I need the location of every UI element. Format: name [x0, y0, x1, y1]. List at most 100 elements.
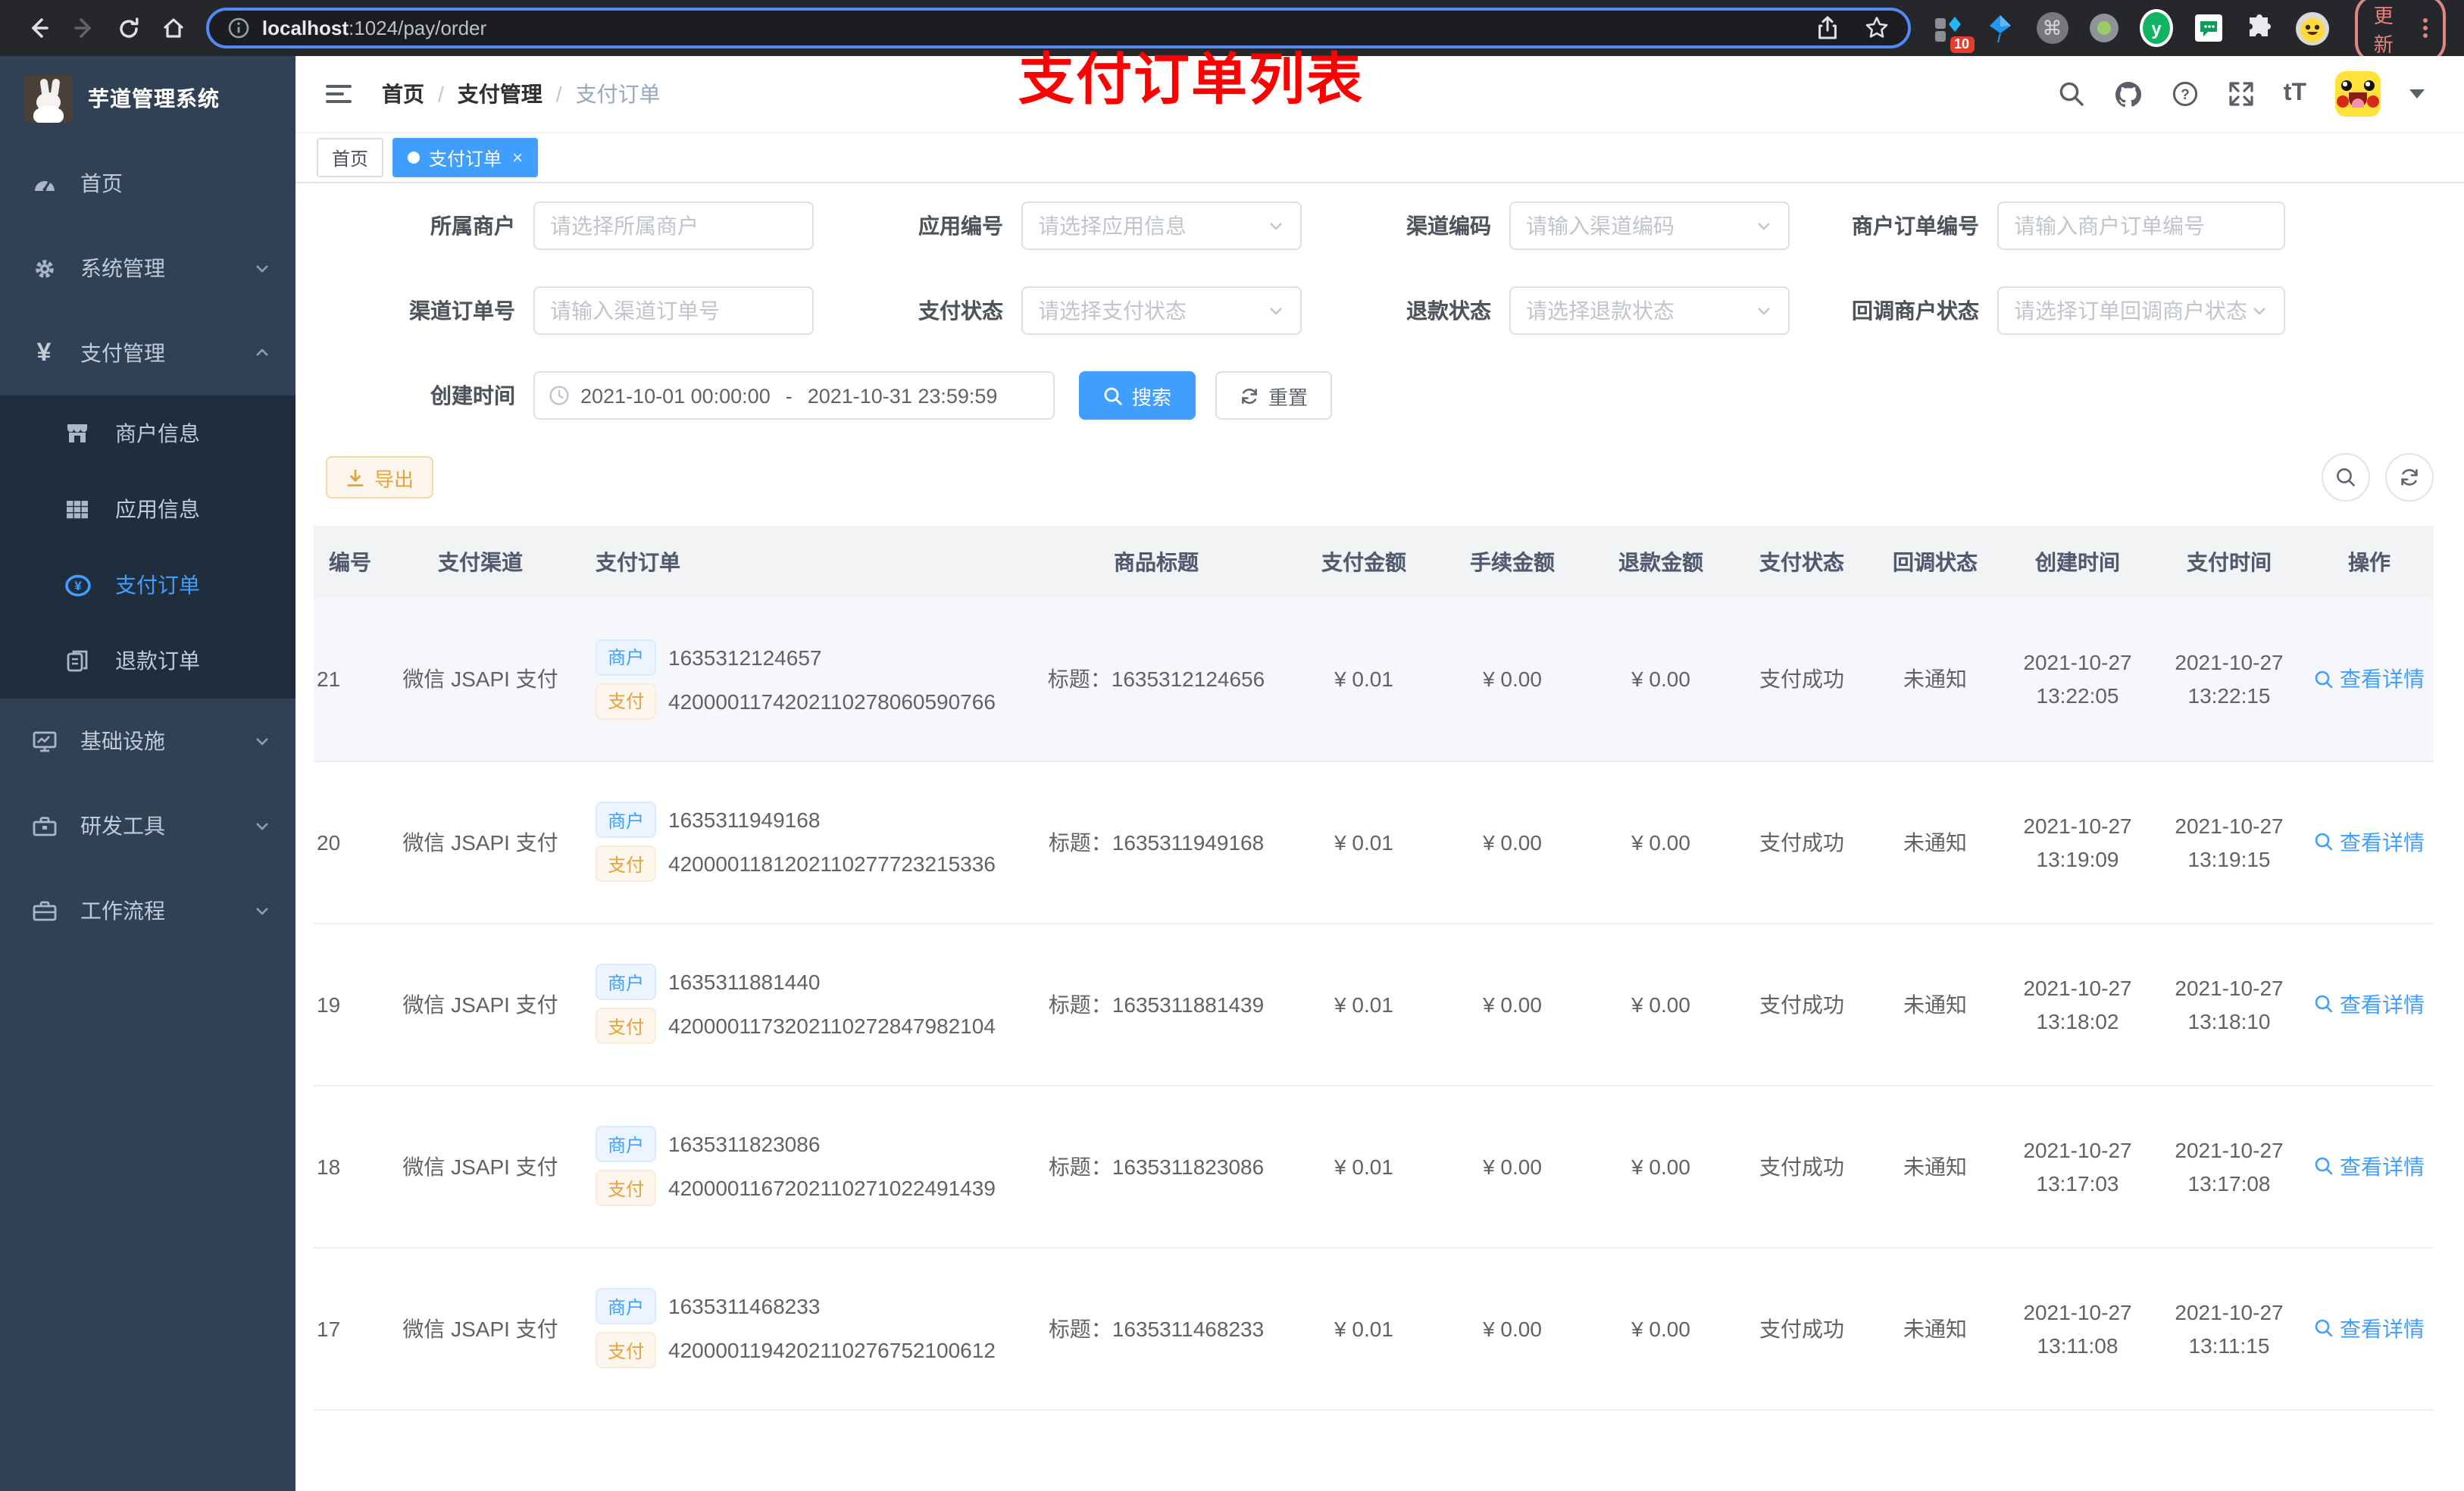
cell-notify: 未通知 — [1868, 761, 2002, 924]
view-detail-link[interactable]: 查看详情 — [2314, 664, 2425, 695]
download-icon — [346, 467, 365, 487]
refresh-table-button[interactable] — [2385, 453, 2434, 502]
fullscreen-icon[interactable] — [2228, 80, 2255, 108]
merchant-select-input[interactable] — [533, 202, 814, 250]
cell-notify: 未通知 — [1868, 599, 2002, 761]
table-row[interactable]: 17 微信 JSAPI 支付 商户 1635311468233 支付 4200001… — [314, 1247, 2434, 1410]
font-size-icon[interactable]: tT — [2284, 81, 2306, 106]
view-detail-link[interactable]: 查看详情 — [2314, 1313, 2425, 1343]
user-avatar[interactable] — [2335, 71, 2381, 117]
extension-command-icon[interactable]: ⌘ — [2036, 11, 2068, 45]
toggle-search-button[interactable] — [2322, 453, 2370, 502]
browser-reload-button[interactable] — [108, 7, 149, 49]
extensions-puzzle-icon[interactable] — [2244, 11, 2276, 45]
sidebar-item-merchant-info[interactable]: 商户信息 — [0, 395, 295, 471]
cell-refund: ¥ 0.00 — [1587, 923, 1735, 1086]
created-time-range-picker[interactable]: 2021-10-01 00:00:00 - 2021-10-31 23:59:5… — [533, 371, 1055, 420]
cell-channel: 微信 JSAPI 支付 — [380, 761, 580, 924]
chevron-down-icon — [253, 732, 271, 750]
chevron-down-icon — [253, 817, 271, 835]
cell-fee: ¥ 0.00 — [1438, 923, 1587, 1086]
channel-order-no-input[interactable] — [533, 286, 814, 335]
merchant-order-no-input[interactable] — [1997, 202, 2285, 250]
sidebar-item-label: 研发工具 — [80, 814, 165, 838]
table-row[interactable]: 19 微信 JSAPI 支付 商户 1635311881440 支付 4200001… — [314, 923, 2434, 1086]
extension-dot-icon[interactable] — [2088, 11, 2120, 45]
col-status: 支付状态 — [1735, 526, 1868, 599]
profile-emoji-avatar[interactable] — [2296, 11, 2330, 45]
cell-amount: ¥ 0.01 — [1290, 1085, 1438, 1248]
sidebar-item-pay-order[interactable]: ¥ 支付订单 — [0, 547, 295, 623]
avatar-dropdown-caret[interactable] — [2409, 89, 2425, 98]
cell-created: 2021-10-27 13:22:05 — [2002, 599, 2153, 761]
extension-y-icon[interactable]: y — [2140, 9, 2174, 47]
sidebar-item-system[interactable]: 系统管理 — [0, 226, 295, 311]
sidebar-item-infrastructure[interactable]: 基础设施 — [0, 699, 295, 783]
github-icon[interactable] — [2114, 80, 2143, 108]
notify-status-select[interactable]: 请选择订单回调商户状态 — [1997, 286, 2285, 335]
chevron-down-icon — [1755, 302, 1773, 320]
refund-status-select[interactable]: 请选择退款状态 — [1509, 286, 1790, 335]
channel-code-select[interactable]: 请输入渠道编码 — [1509, 202, 1790, 250]
tag-pay-order-active[interactable]: 支付订单 × — [392, 138, 539, 177]
search-icon[interactable] — [2058, 80, 2085, 108]
browser-menu-icon[interactable] — [2423, 18, 2428, 38]
monitor-chart-icon — [30, 728, 58, 754]
app-select[interactable]: 请选择应用信息 — [1021, 202, 1302, 250]
cell-channel: 微信 JSAPI 支付 — [380, 599, 580, 761]
breadcrumb-payment[interactable]: 支付管理 — [458, 79, 543, 109]
search-icon — [1103, 386, 1123, 405]
extension-chat-icon[interactable] — [2193, 11, 2225, 45]
breadcrumb-home[interactable]: 首页 — [382, 79, 424, 109]
col-created: 创建时间 — [2002, 526, 2153, 599]
chevron-down-icon — [2250, 302, 2269, 320]
cell-channel: 微信 JSAPI 支付 — [380, 923, 580, 1086]
app-logo: 芋道管理系统 — [0, 56, 295, 141]
browser-back-button[interactable] — [18, 7, 60, 49]
cell-amount: ¥ 0.01 — [1290, 599, 1438, 761]
pay-status-select[interactable]: 请选择支付状态 — [1021, 286, 1302, 335]
cell-amount: ¥ 0.01 — [1290, 761, 1438, 924]
cell-refund: ¥ 0.00 — [1587, 599, 1735, 761]
table-row[interactable]: 18 微信 JSAPI 支付 商户 1635311823086 支付 4200001… — [314, 1085, 2434, 1248]
filter-label: 渠道订单号 — [409, 299, 515, 323]
sidebar-item-devtools[interactable]: 研发工具 — [0, 783, 295, 868]
tags-view: 首页 支付订单 × — [295, 132, 2464, 183]
export-button[interactable]: 导出 — [326, 456, 434, 499]
filter-label: 回调商户状态 — [1852, 299, 1979, 323]
site-info-icon[interactable] — [227, 17, 250, 39]
browser-forward-button[interactable] — [63, 7, 105, 49]
reset-button[interactable]: 重置 — [1215, 371, 1333, 420]
view-detail-link[interactable]: 查看详情 — [2314, 989, 2425, 1019]
sidebar-menu: 首页 系统管理 ¥ 支付管理 商户信息 应用信息 ¥ 支付订单 退款订单 基础设… — [0, 141, 295, 953]
col-paid: 支付时间 — [2153, 526, 2305, 599]
sidebar-item-label: 应用信息 — [115, 497, 200, 521]
tag-home[interactable]: 首页 — [317, 138, 384, 177]
orders-table: 编号 支付渠道 支付订单 商品标题 支付金额 手续金额 退款金额 支付状态 回调… — [314, 526, 2434, 1491]
tag-close-icon[interactable]: × — [512, 147, 523, 168]
cell-created: 2021-10-27 13:18:02 — [2002, 923, 2153, 1086]
sidebar-item-refund-order[interactable]: 退款订单 — [0, 623, 295, 699]
extension-kite-icon[interactable] — [1984, 11, 2016, 45]
table-row[interactable]: 21 微信 JSAPI 支付 商户 1635312124657 支付 4200001… — [314, 599, 2434, 761]
sidebar-item-workflow[interactable]: 工作流程 — [0, 868, 295, 953]
sidebar: 芋道管理系统 首页 系统管理 ¥ 支付管理 商户信息 应用信息 ¥ 支付订单 退… — [0, 56, 295, 1491]
browser-update-button[interactable]: 更新 — [2355, 0, 2446, 63]
help-icon[interactable]: ? — [2172, 80, 2199, 108]
view-detail-link[interactable]: 查看详情 — [2314, 827, 2425, 857]
bookmark-star-icon[interactable] — [1865, 15, 1890, 41]
sidebar-item-app-info[interactable]: 应用信息 — [0, 471, 295, 547]
navbar-actions: ? tT — [2058, 71, 2425, 117]
sidebar-toggle-icon[interactable] — [320, 79, 358, 109]
sidebar-item-home[interactable]: 首页 — [0, 141, 295, 226]
table-row-partial[interactable]: 商户1635311251726 — [314, 1409, 2434, 1491]
merchant-tag: 商户 — [596, 639, 657, 676]
table-row[interactable]: 20 微信 JSAPI 支付 商户 1635311949168 支付 4200001… — [314, 761, 2434, 924]
sidebar-item-payment[interactable]: ¥ 支付管理 — [0, 311, 295, 395]
extension-badged-icon[interactable]: 10 — [1933, 11, 1975, 52]
share-icon[interactable] — [1816, 15, 1840, 41]
svg-text:?: ? — [2181, 87, 2190, 103]
search-button[interactable]: 搜索 — [1079, 371, 1196, 420]
view-detail-link[interactable]: 查看详情 — [2314, 1151, 2425, 1181]
browser-home-button[interactable] — [152, 7, 194, 49]
